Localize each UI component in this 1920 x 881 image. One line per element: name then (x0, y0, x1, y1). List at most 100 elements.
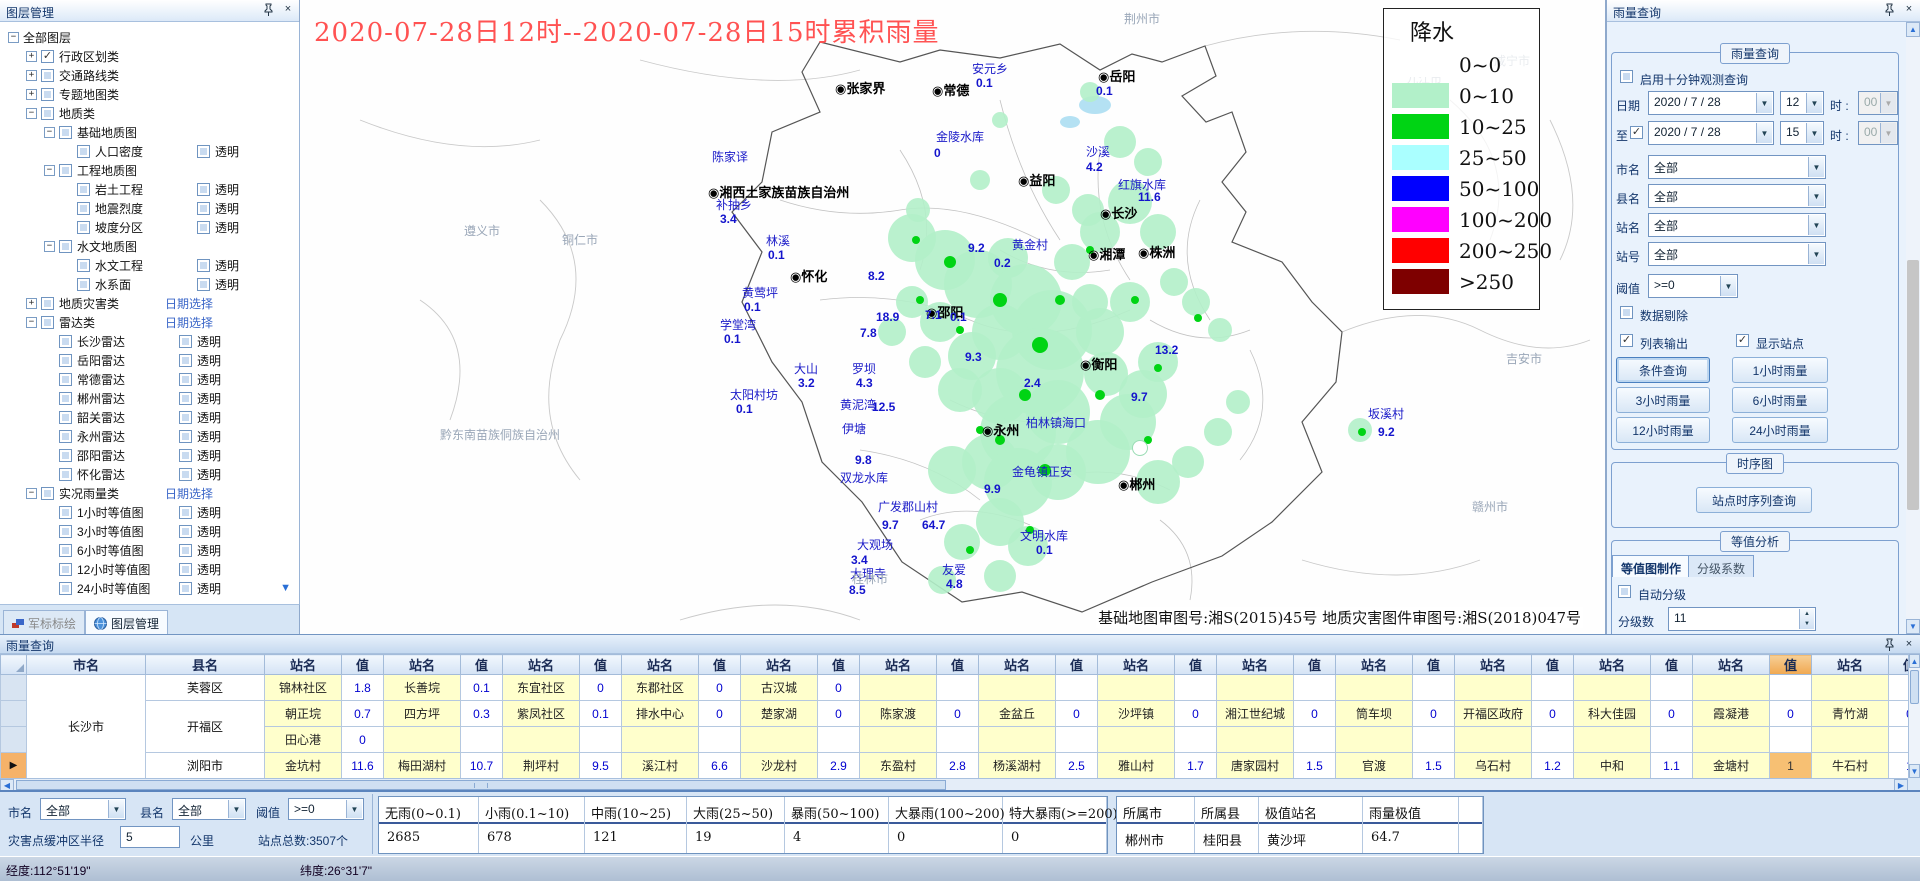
value-cell[interactable]: 1 (1889, 753, 1909, 779)
city-cell[interactable]: 长沙市 (27, 675, 146, 779)
col-header-value[interactable]: 值 (1770, 655, 1812, 675)
value-cell[interactable] (1413, 675, 1455, 701)
layer-checkbox[interactable] (59, 430, 72, 443)
value-cell[interactable] (1770, 675, 1812, 701)
station-cell[interactable]: 陈家渡 (860, 701, 937, 727)
station-cell[interactable] (1098, 727, 1175, 753)
station-cell[interactable]: 青竹湖 (1812, 701, 1889, 727)
station-cell[interactable] (860, 727, 937, 753)
transparent-checkbox[interactable] (179, 563, 192, 576)
layer-tree-item[interactable]: 水文工程透明 (0, 256, 299, 275)
date-select-link[interactable]: 日期选择 (165, 485, 213, 502)
layer-tree-item[interactable]: 怀化雷达透明 (0, 465, 299, 484)
value-cell[interactable]: 0 (1770, 701, 1812, 727)
layer-tree-item[interactable]: 12小时等值图透明 (0, 560, 299, 579)
pin-icon[interactable] (1882, 638, 1896, 652)
tab-grade-coeff[interactable]: 分级系数 (1688, 555, 1754, 577)
value-cell[interactable]: 0 (699, 701, 741, 727)
transparent-checkbox[interactable] (179, 449, 192, 462)
layer-checkbox[interactable] (59, 373, 72, 386)
value-cell[interactable]: 0 (818, 675, 860, 701)
value-cell[interactable]: 0.3 (461, 701, 503, 727)
station-cell[interactable]: 乌石村 (1455, 753, 1532, 779)
layer-checkbox[interactable] (41, 107, 54, 120)
value-cell[interactable] (699, 727, 741, 753)
tree-expander-icon[interactable]: − (44, 241, 55, 252)
stepper-arrows[interactable]: ▲▼ (1799, 609, 1814, 629)
transparent-checkbox[interactable] (179, 544, 192, 557)
col-header-station[interactable]: 站名 (384, 655, 461, 675)
layer-tree-item[interactable]: 长沙雷达透明 (0, 332, 299, 351)
date-to-picker[interactable]: 2020 / 7 / 28▼ (1648, 121, 1774, 145)
station-cell[interactable] (384, 727, 461, 753)
auto-grade-checkbox[interactable] (1618, 585, 1631, 598)
value-cell[interactable]: 1.7 (1175, 753, 1217, 779)
scroll-thumb[interactable] (16, 780, 946, 790)
date-select-link[interactable]: 日期选择 (165, 314, 213, 331)
layer-tree-item[interactable]: 岳阳雷达透明 (0, 351, 299, 370)
value-cell[interactable]: 1.2 (1532, 753, 1574, 779)
layer-checkbox[interactable] (59, 411, 72, 424)
layer-checkbox[interactable] (77, 259, 90, 272)
value-cell[interactable] (937, 727, 979, 753)
show-station-checkbox[interactable] (1736, 334, 1749, 347)
layer-tree-item[interactable]: +行政区划类 (0, 47, 299, 66)
value-cell[interactable]: 0 (1413, 701, 1455, 727)
station-cell[interactable] (860, 675, 937, 701)
value-cell[interactable]: 0 (580, 675, 622, 701)
dropdown-arrow-icon[interactable]: ▼ (1720, 276, 1736, 296)
tab-layer-manager[interactable]: 图层管理 (85, 610, 168, 634)
layer-checkbox[interactable] (59, 449, 72, 462)
station-cell[interactable]: 官渡 (1336, 753, 1413, 779)
scroll-up-icon[interactable]: ▲ (1906, 22, 1920, 37)
tree-expander-icon[interactable]: − (26, 488, 37, 499)
hour-to-select[interactable]: 15▼ (1780, 121, 1824, 145)
station-cell[interactable]: 长善垸 (384, 675, 461, 701)
station-cell[interactable]: 中和 (1574, 753, 1651, 779)
dropdown-arrow-icon[interactable]: ▼ (1806, 93, 1822, 113)
layer-checkbox[interactable] (77, 145, 90, 158)
station-cell[interactable]: 筒车坝 (1336, 701, 1413, 727)
station-cell[interactable] (1812, 727, 1889, 753)
rain-6h-button[interactable]: 6小时雨量 (1732, 387, 1828, 413)
col-header-value[interactable]: 值 (818, 655, 860, 675)
value-cell[interactable]: 0 (1532, 701, 1574, 727)
col-header-station[interactable]: 站名 (1812, 655, 1889, 675)
tree-expander-icon[interactable]: − (26, 317, 37, 328)
transparent-checkbox[interactable] (179, 354, 192, 367)
station-cell[interactable]: 锦林社区 (265, 675, 342, 701)
filter-county-select[interactable]: 全部▼ (172, 798, 246, 820)
value-cell[interactable] (1294, 675, 1336, 701)
station-cell[interactable] (1574, 675, 1651, 701)
station-cell[interactable]: 沙坪镇 (1098, 701, 1175, 727)
dropdown-arrow-icon[interactable]: ▼ (1808, 157, 1824, 177)
dropdown-arrow-icon[interactable]: ▼ (1756, 123, 1772, 143)
station-cell[interactable] (1812, 675, 1889, 701)
value-cell[interactable] (1889, 675, 1909, 701)
station-cell[interactable] (1217, 727, 1294, 753)
tree-expander-icon[interactable]: − (44, 165, 55, 176)
station-select[interactable]: 全部▼ (1648, 213, 1826, 237)
tab-military-plot[interactable]: 军标标绘 (3, 610, 85, 634)
tree-expander-icon[interactable]: + (26, 70, 37, 81)
transparent-checkbox[interactable] (197, 259, 210, 272)
value-cell[interactable]: 0 (342, 727, 384, 753)
layer-checkbox[interactable] (41, 69, 54, 82)
transparent-checkbox[interactable] (179, 411, 192, 424)
tree-expander-icon[interactable]: + (26, 298, 37, 309)
layer-tree-item[interactable]: 1小时等值图透明 (0, 503, 299, 522)
layer-tree-item[interactable]: −基础地质图 (0, 123, 299, 142)
value-cell[interactable]: 0.7 (342, 701, 384, 727)
layer-checkbox[interactable] (59, 392, 72, 405)
transparent-checkbox[interactable] (179, 430, 192, 443)
station-cell[interactable] (1336, 675, 1413, 701)
layer-tree-item[interactable]: 地震烈度透明 (0, 199, 299, 218)
station-cell[interactable] (1455, 727, 1532, 753)
layer-checkbox[interactable] (59, 468, 72, 481)
value-cell[interactable]: 2.9 (818, 753, 860, 779)
transparent-checkbox[interactable] (179, 582, 192, 595)
county-cell[interactable]: 开福区 (146, 701, 265, 753)
col-header-station[interactable]: 站名 (622, 655, 699, 675)
city-select[interactable]: 全部▼ (1648, 155, 1826, 179)
col-header-value[interactable]: 值 (1056, 655, 1098, 675)
